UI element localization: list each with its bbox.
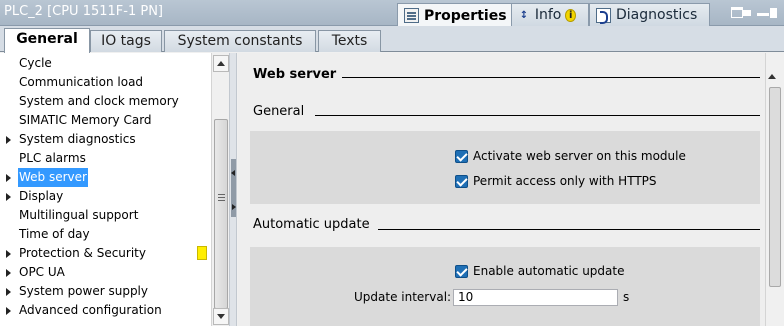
section-divider — [315, 115, 760, 116]
tree-item-protection-security[interactable]: Protection & Security — [0, 244, 210, 263]
expand-arrow-icon[interactable] — [6, 193, 11, 201]
expand-arrow-icon[interactable] — [6, 269, 11, 277]
restore-icon[interactable] — [731, 7, 743, 18]
title-divider — [342, 77, 760, 78]
expand-arrow-icon[interactable] — [6, 250, 11, 258]
tab-info-label: Info — [534, 7, 562, 23]
enable-auto-update-label: Enable automatic update — [473, 264, 625, 278]
properties-tab-row: General IO tags System constants Texts — [0, 26, 784, 53]
tab-info[interactable]: ↕ Info i — [511, 3, 589, 26]
tree-item-label: System diagnostics — [19, 132, 136, 146]
tree-item-label: OPC UA — [19, 265, 65, 279]
tree-item-communication-load[interactable]: Communication load — [0, 73, 210, 92]
tab-io-tags[interactable]: IO tags — [90, 30, 162, 52]
diagnostics-icon — [596, 7, 611, 24]
https-only-label: Permit access only with HTTPS — [473, 174, 657, 188]
tab-texts[interactable]: Texts — [318, 30, 381, 52]
scroll-up-icon[interactable] — [213, 55, 229, 72]
tree-item-opc-ua[interactable]: OPC UA — [0, 263, 210, 282]
tree-item-web-server[interactable]: Web server — [0, 168, 210, 187]
tree-item-system-clock-memory[interactable]: System and clock memory — [0, 92, 210, 111]
tree-item-cycle[interactable]: Cycle — [0, 54, 210, 73]
tab-system-constants[interactable]: System constants — [164, 30, 316, 52]
update-interval-unit: s — [623, 290, 630, 304]
tree-scrollbar[interactable] — [211, 53, 229, 326]
navigation-tree: Cycle Communication load System and cloc… — [0, 53, 229, 326]
scrollbar-thumb[interactable] — [769, 87, 781, 287]
expand-arrow-icon[interactable] — [6, 288, 11, 296]
section-auto-update-heading: Automatic update — [253, 217, 370, 232]
tree-item-display[interactable]: Display — [0, 187, 210, 206]
expand-arrow-icon[interactable] — [6, 136, 11, 144]
title-bar: PLC_2 [CPU 1511F-1 PN] Properties ↕ Info… — [0, 0, 784, 27]
content-scrollbar[interactable] — [765, 53, 784, 326]
scrollbar-thumb[interactable] — [214, 119, 228, 309]
section-general-heading: General — [253, 104, 305, 119]
tree-item-label: Display — [19, 189, 64, 203]
window-title: PLC_2 [CPU 1511F-1 PN] — [4, 4, 163, 19]
minimize-icon[interactable] — [757, 13, 769, 16]
tree-item-plc-alarms[interactable]: PLC alarms — [0, 149, 210, 168]
tree-item-label: PLC alarms — [19, 151, 86, 165]
tree-item-label: Multilingual support — [19, 208, 139, 222]
tree-item-label: Time of day — [19, 227, 90, 241]
tree-item-multilingual-support[interactable]: Multilingual support — [0, 206, 210, 225]
grip-icon — [218, 194, 225, 195]
enable-auto-update-checkbox[interactable] — [455, 265, 468, 278]
tree-item-advanced-configuration[interactable]: Advanced configuration — [0, 301, 210, 320]
tree-item-time-of-day[interactable]: Time of day — [0, 225, 210, 244]
grip-icon — [218, 197, 225, 198]
tree-item-label: Advanced configuration — [19, 303, 162, 317]
activate-web-server-checkbox[interactable] — [455, 150, 468, 163]
tree-item-label: System power supply — [19, 284, 148, 298]
tab-diagnostics[interactable]: Diagnostics — [589, 3, 710, 26]
info-icon: ↕ — [519, 9, 529, 21]
tree-item-memory-card[interactable]: SIMATIC Memory Card — [0, 111, 210, 130]
scroll-down-icon[interactable] — [213, 308, 229, 325]
grip-icon — [218, 200, 225, 201]
collapse-left-icon[interactable] — [231, 170, 235, 176]
tab-properties[interactable]: Properties — [397, 3, 514, 27]
section-divider — [378, 229, 760, 230]
pin-icon[interactable] — [770, 8, 782, 18]
tree-item-system-power-supply[interactable]: System power supply — [0, 282, 210, 301]
tab-general[interactable]: General — [4, 28, 90, 53]
panel-splitter[interactable] — [229, 53, 237, 326]
properties-icon — [404, 8, 419, 23]
info-badge-icon: i — [565, 8, 576, 22]
expand-arrow-icon[interactable] — [6, 307, 11, 315]
update-interval-label: Update interval: — [354, 290, 452, 304]
tree-item-label: Communication load — [19, 75, 144, 89]
tree-item-label: Protection & Security — [19, 246, 146, 260]
auto-update-group: Enable automatic update Update interval:… — [250, 247, 760, 326]
tree-item-system-diagnostics[interactable]: System diagnostics — [0, 130, 210, 149]
settings-content: Web server General Activate web server o… — [238, 53, 765, 326]
expand-arrow-icon[interactable] — [6, 174, 11, 182]
tree-item-label: Cycle — [19, 56, 52, 70]
tab-properties-label: Properties — [424, 7, 507, 24]
update-interval-input[interactable]: 10 — [453, 289, 618, 306]
scroll-up-icon[interactable] — [768, 74, 776, 79]
activate-web-server-label: Activate web server on this module — [473, 149, 686, 163]
tree-item-label: System and clock memory — [19, 94, 179, 108]
expand-right-icon[interactable] — [232, 204, 236, 210]
page-title: Web server — [253, 67, 337, 82]
https-only-checkbox[interactable] — [455, 175, 468, 188]
tree-item-label: Web server — [18, 168, 88, 187]
float-icon[interactable] — [743, 10, 751, 16]
status-marker — [197, 246, 207, 260]
general-group: Activate web server on this module Permi… — [250, 131, 760, 204]
tab-diagnostics-label: Diagnostics — [616, 7, 698, 23]
tree-item-label: SIMATIC Memory Card — [19, 113, 152, 127]
